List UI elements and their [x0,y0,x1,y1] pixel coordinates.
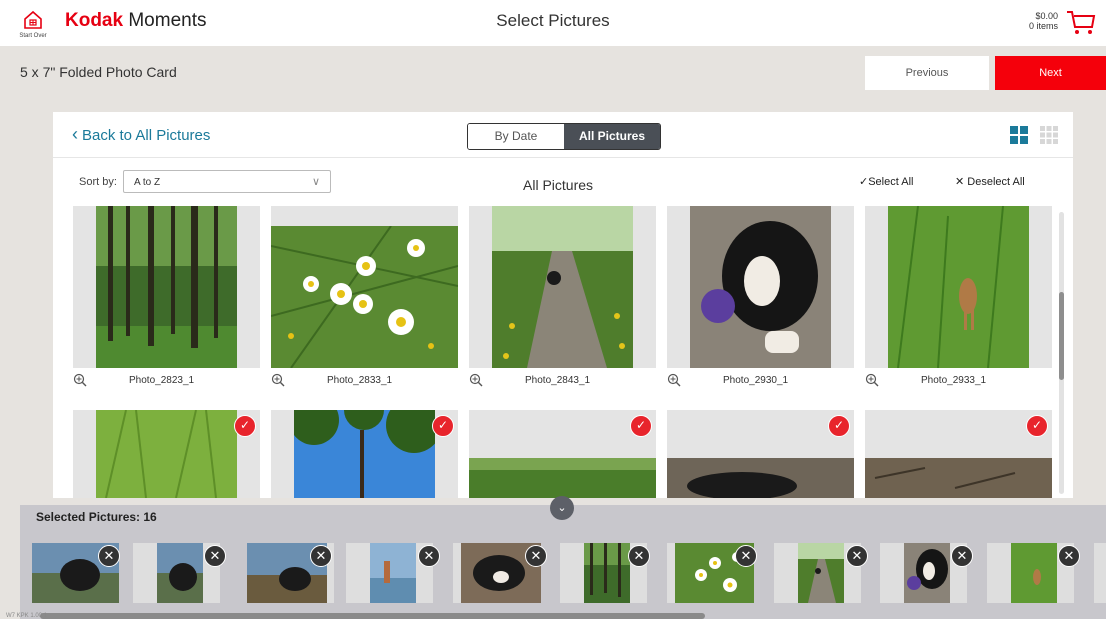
thumb-path [798,543,844,603]
chevron-down-icon: ∨ [311,176,320,188]
thumb-deer [1011,543,1057,603]
cart-items: 0 items [1028,21,1058,31]
brand-name: Kodak [65,10,124,31]
remove-icon[interactable]: ✕ [846,545,868,567]
selected-check-icon[interactable]: ✓ [234,415,256,437]
start-over-button[interactable]: Start Over [14,6,52,42]
remove-icon[interactable]: ✕ [951,545,973,567]
photo-filename: Photo_2823_1 [129,375,195,386]
selected-check-icon[interactable]: ✓ [432,415,454,437]
photo-dog-lying [667,458,854,498]
zoom-in-icon[interactable] [865,373,879,387]
photo-deer [888,206,1029,368]
product-bar: 5 x 7" Folded Photo Card Previous Next [0,47,1106,95]
cart-summary: $0.00 0 items [1029,11,1058,31]
selected-pictures-tray: Selected Pictures: 16 ✕ ✕ ✕ ✕ ✕ ✕ ✕ ✕ ✕ … [20,505,1106,619]
selected-count: Selected Pictures: 16 [36,510,157,524]
tab-by-date[interactable]: By Date [468,124,564,149]
photo-tile[interactable] [469,410,656,498]
large-grid-icon[interactable] [1010,126,1028,144]
brand-suffix: Moments [123,10,207,31]
start-over-label: Start Over [19,33,47,39]
cart-icon [1067,11,1096,34]
horizontal-scrollbar[interactable] [40,613,705,619]
remove-icon[interactable]: ✕ [1058,545,1080,567]
selected-check-icon[interactable]: ✓ [630,415,652,437]
tab-all-pictures[interactable]: All Pictures [564,124,660,149]
photo-landscape [469,458,656,498]
small-grid-icon[interactable] [1040,126,1058,144]
remove-icon[interactable]: ✕ [525,545,547,567]
photo-ground [865,458,1052,498]
photo-forest [96,206,237,368]
remove-icon[interactable]: ✕ [418,545,440,567]
photo-path [492,206,633,368]
thumb-lake-dog [157,543,203,603]
photo-daisies [271,226,458,368]
thumb-lake-person [370,543,416,603]
version-label: W7 KPK 1.00.1 [6,613,48,619]
photo-tile[interactable] [73,206,260,368]
selected-thumb-partial [1094,543,1106,603]
next-button[interactable]: Next [995,56,1106,90]
photo-tile[interactable] [271,206,458,368]
photo-filename: Photo_2843_1 [525,375,591,386]
deselect-all-label: Deselect All [967,176,1025,188]
photo-tile[interactable] [667,410,854,498]
remove-icon[interactable]: ✕ [98,545,120,567]
remove-icon[interactable]: ✕ [310,545,332,567]
photo-filename: Photo_2933_1 [921,375,987,386]
sort-label: Sort by: [79,176,117,188]
zoom-in-icon[interactable] [73,373,87,387]
collapse-tray-button[interactable]: ⌄ [550,496,574,520]
selected-check-icon[interactable]: ✓ [828,415,850,437]
remove-icon[interactable]: ✕ [204,545,226,567]
photo-tile[interactable] [667,206,854,368]
zoom-in-icon[interactable] [667,373,681,387]
selected-check-icon[interactable]: ✓ [1026,415,1048,437]
sort-value: A to Z [134,177,161,188]
home-icon [24,10,42,29]
select-all-label: Select All [868,176,914,188]
photo-tile[interactable] [469,206,656,368]
photo-tile[interactable] [865,410,1052,498]
sort-select[interactable]: A to Z ∨ [123,170,331,193]
thumb-forest [584,543,630,603]
photo-filename: Photo_2930_1 [723,375,789,386]
chevron-down-icon: ⌄ [557,502,567,514]
remove-icon[interactable]: ✕ [735,545,757,567]
previous-button[interactable]: Previous [865,56,989,90]
back-to-all-pictures-link[interactable]: ‹ Back to All Pictures [72,124,210,145]
chevron-left-icon: ‹ [72,124,78,144]
deselect-all-button[interactable]: ✕ Deselect All [955,175,1025,188]
photo-grass [96,410,237,498]
picture-browser-panel: ‹ Back to All Pictures By Date All Pictur… [53,112,1073,498]
cart-amount: $0.00 [1035,11,1058,21]
product-name: 5 x 7" Folded Photo Card [20,64,177,80]
photo-filename: Photo_2833_1 [327,375,393,386]
photo-dog [690,206,831,368]
photo-tile[interactable] [73,410,260,498]
photo-tile[interactable] [271,410,458,498]
section-title: All Pictures [523,177,594,193]
header-divider [53,157,1073,158]
zoom-in-icon[interactable] [271,373,285,387]
thumb-dog [904,543,950,603]
select-all-button[interactable]: ✓Select All [859,175,913,188]
back-label: Back to All Pictures [82,127,211,144]
app-header: Start Over Kodak Moments Select Pictures… [0,0,1106,46]
vertical-scrollbar-thumb[interactable] [1059,292,1064,380]
photo-trees-sky [294,410,435,498]
zoom-in-icon[interactable] [469,373,483,387]
cart-button[interactable]: $0.00 0 items [986,6,1096,40]
remove-icon[interactable]: ✕ [628,545,650,567]
view-toggle: By Date All Pictures [467,123,661,150]
kodak-moments-logo: Kodak Moments [65,10,207,32]
photo-tile[interactable] [865,206,1052,368]
